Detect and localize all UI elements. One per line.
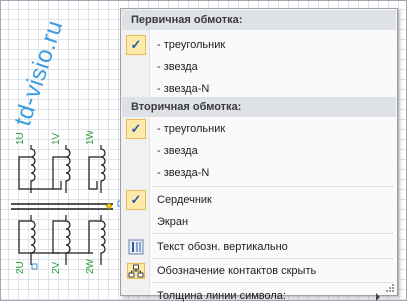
menu-item-label: Текст обозн. вертикально — [157, 241, 288, 253]
terminal-label-1w: 1W — [85, 131, 96, 145]
menu-item-label: Толщина линии символа: — [157, 290, 286, 302]
checkmark-icon: ✓ — [126, 190, 146, 210]
checkmark-icon: ✓ — [126, 119, 146, 139]
resize-grip-icon[interactable] — [385, 283, 395, 293]
terminal-label-1v: 1V — [51, 132, 62, 145]
menu-item-secondary-star[interactable]: - звезда — [122, 140, 396, 162]
terminal-label-2v: 2V — [51, 261, 62, 274]
menu-separator — [153, 233, 393, 234]
vertical-text-icon — [128, 239, 144, 255]
secondary-winding-header: Вторичная обмотка: — [122, 97, 396, 117]
terminal-label-1u: 1U — [15, 132, 26, 145]
menu-item-primary-star[interactable]: - звезда — [122, 56, 396, 78]
menu-item-label: - звезда — [157, 145, 198, 157]
menu-item-label: - треугольник — [157, 39, 226, 51]
menu-item-primary-delta[interactable]: ✓ - треугольник — [122, 34, 396, 56]
menu-item-label: Сердечник — [157, 194, 212, 206]
transformer-symbol[interactable]: 1U 1V 1W 2U 2V 2W — [1, 131, 126, 281]
terminal-label-2w: 2W — [85, 258, 96, 274]
menu-item-label: - звезда-N — [157, 167, 210, 179]
submenu-arrow-icon — [376, 293, 380, 301]
menu-item-secondary-delta[interactable]: ✓ - треугольник — [122, 118, 396, 140]
menu-item-label: - звезда-N — [157, 83, 210, 95]
context-menu: Первичная обмотка: ✓ - треугольник - зве… — [120, 8, 398, 302]
menu-item-label: - треугольник — [157, 123, 226, 135]
menu-separator — [153, 258, 393, 259]
menu-item-label: - звезда — [157, 61, 198, 73]
menu-item-vertical-text[interactable]: Текст обозн. вертикально — [122, 236, 396, 258]
watermark-text: td-visio.ru — [9, 16, 69, 130]
menu-separator — [153, 186, 393, 187]
terminal-label-2u: 2U — [15, 261, 26, 274]
selection-handle — [31, 263, 38, 270]
menu-item-line-width[interactable]: Толщина линии символа: — [122, 274, 396, 302]
menu-item-screen[interactable]: Экран — [122, 211, 396, 233]
menu-item-secondary-star-n[interactable]: - звезда-N — [122, 162, 396, 184]
primary-winding-header: Первичная обмотка: — [122, 10, 396, 30]
menu-item-core[interactable]: ✓ Сердечник — [122, 189, 396, 211]
checkmark-icon: ✓ — [126, 35, 146, 55]
menu-item-label: Экран — [157, 216, 189, 228]
